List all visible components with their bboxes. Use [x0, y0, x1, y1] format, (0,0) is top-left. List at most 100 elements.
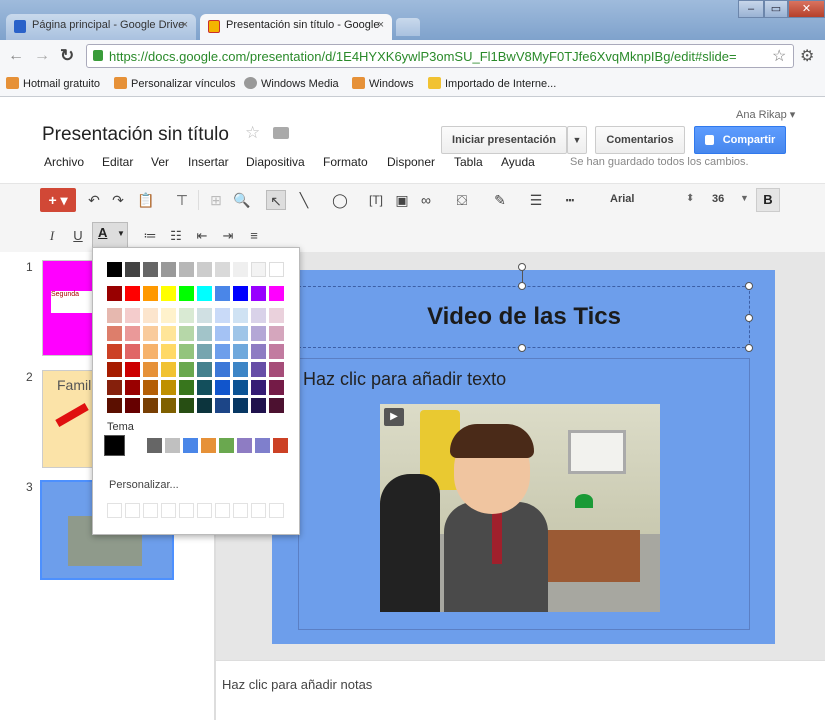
- underline-button[interactable]: U: [68, 226, 88, 246]
- notes-placeholder[interactable]: Haz clic para añadir notas: [222, 677, 372, 692]
- paste-icon[interactable]: 📋: [136, 190, 156, 210]
- color-swatch[interactable]: [107, 326, 122, 341]
- color-swatch[interactable]: [251, 362, 266, 377]
- textbox-tool-icon[interactable]: [T]: [366, 190, 386, 210]
- document-title[interactable]: Presentación sin título: [42, 124, 229, 146]
- theme-swatch[interactable]: [237, 438, 252, 453]
- line-tool-icon[interactable]: ╲: [294, 190, 314, 210]
- border-color-icon[interactable]: ✎: [490, 190, 510, 210]
- color-swatch[interactable]: [179, 344, 194, 359]
- color-swatch[interactable]: [233, 286, 248, 301]
- image-tool-icon[interactable]: ▣: [392, 190, 412, 210]
- tab-google-drive[interactable]: Página principal - Google Drive ×: [6, 14, 196, 40]
- custom-color-slot[interactable]: [197, 503, 212, 518]
- fill-color-icon[interactable]: ⛋: [452, 190, 472, 210]
- redo-icon[interactable]: ↷: [108, 190, 128, 210]
- color-swatch[interactable]: [251, 308, 266, 323]
- custom-color-slot[interactable]: [143, 503, 158, 518]
- menu-formato[interactable]: Formato: [323, 155, 368, 169]
- minimize-button[interactable]: ‒: [738, 0, 764, 18]
- paint-format-icon[interactable]: ⊤: [172, 190, 192, 210]
- color-swatch[interactable]: [107, 380, 122, 395]
- forward-icon[interactable]: →: [34, 47, 50, 65]
- color-swatch[interactable]: [251, 326, 266, 341]
- color-swatch[interactable]: [215, 344, 230, 359]
- tab-presentation[interactable]: Presentación sin título - Google ×: [200, 14, 392, 40]
- color-swatch[interactable]: [215, 362, 230, 377]
- slide-title[interactable]: Video de las Tics: [299, 303, 749, 331]
- menu-editar[interactable]: Editar: [102, 155, 133, 169]
- custom-color-slot[interactable]: [233, 503, 248, 518]
- color-swatch[interactable]: [215, 308, 230, 323]
- color-swatch[interactable]: [143, 308, 158, 323]
- font-size-select[interactable]: 36: [712, 193, 724, 205]
- menu-disponer[interactable]: Disponer: [387, 155, 435, 169]
- color-swatch[interactable]: [161, 380, 176, 395]
- color-swatch[interactable]: [179, 308, 194, 323]
- menu-tabla[interactable]: Tabla: [454, 155, 483, 169]
- color-swatch[interactable]: [179, 286, 194, 301]
- color-swatch[interactable]: [125, 326, 140, 341]
- border-weight-icon[interactable]: ☰: [526, 190, 546, 210]
- share-button[interactable]: Compartir: [694, 126, 786, 154]
- color-swatch[interactable]: [143, 398, 158, 413]
- color-swatch[interactable]: [233, 398, 248, 413]
- color-swatch[interactable]: [161, 262, 176, 277]
- color-swatch[interactable]: [215, 262, 230, 277]
- theme-swatch-selected[interactable]: [104, 435, 125, 456]
- color-swatch[interactable]: [251, 286, 266, 301]
- color-swatch[interactable]: [179, 398, 194, 413]
- color-swatch[interactable]: [233, 308, 248, 323]
- color-swatch[interactable]: [233, 344, 248, 359]
- reload-icon[interactable]: ↻: [60, 46, 74, 66]
- color-swatch[interactable]: [215, 380, 230, 395]
- color-swatch[interactable]: [107, 398, 122, 413]
- color-swatch[interactable]: [125, 362, 140, 377]
- color-swatch[interactable]: [107, 344, 122, 359]
- color-swatch[interactable]: [161, 286, 176, 301]
- color-swatch[interactable]: [197, 308, 212, 323]
- color-swatch[interactable]: [251, 380, 266, 395]
- present-dropdown-icon[interactable]: ▼: [567, 126, 587, 154]
- color-swatch[interactable]: [125, 344, 140, 359]
- color-swatch[interactable]: [107, 286, 122, 301]
- bulleted-list-icon[interactable]: ☷: [166, 226, 186, 246]
- rotate-handle[interactable]: [518, 263, 526, 271]
- italic-button[interactable]: I: [42, 226, 62, 246]
- decrease-indent-icon[interactable]: ⇤: [192, 226, 212, 246]
- resize-handle[interactable]: [745, 282, 753, 290]
- font-name-select[interactable]: Arial: [610, 193, 634, 205]
- color-swatch[interactable]: [215, 286, 230, 301]
- back-icon[interactable]: ←: [8, 47, 24, 65]
- video-embed[interactable]: ▶: [380, 404, 660, 612]
- new-tab-button[interactable]: [396, 18, 420, 36]
- bookmark-personalizar[interactable]: Personalizar vínculos: [114, 77, 236, 90]
- bookmark-folder[interactable]: Importado de Interne...: [428, 77, 556, 90]
- menu-diapositiva[interactable]: Diapositiva: [246, 155, 305, 169]
- color-swatch[interactable]: [179, 262, 194, 277]
- color-swatch[interactable]: [197, 380, 212, 395]
- custom-color-slot[interactable]: [179, 503, 194, 518]
- color-swatch[interactable]: [125, 262, 140, 277]
- color-swatch[interactable]: [125, 380, 140, 395]
- color-swatch[interactable]: [197, 326, 212, 341]
- menu-ayuda[interactable]: Ayuda: [501, 155, 535, 169]
- text-color-button[interactable]: A ▼: [92, 222, 128, 248]
- menu-ver[interactable]: Ver: [151, 155, 169, 169]
- address-bar[interactable]: https://docs.google.com/presentation/d/1…: [86, 44, 794, 68]
- font-select-arrows-icon[interactable]: ⬍: [686, 193, 694, 204]
- close-window-button[interactable]: ✕: [788, 0, 825, 18]
- color-swatch[interactable]: [125, 398, 140, 413]
- color-swatch[interactable]: [143, 362, 158, 377]
- color-swatch[interactable]: [179, 362, 194, 377]
- color-swatch[interactable]: [269, 262, 284, 277]
- color-swatch[interactable]: [233, 362, 248, 377]
- close-tab-icon[interactable]: ×: [378, 19, 384, 31]
- color-swatch[interactable]: [269, 286, 284, 301]
- present-button[interactable]: Iniciar presentación: [441, 126, 567, 154]
- align-icon[interactable]: ≡: [244, 226, 264, 246]
- fit-icon[interactable]: ⊞: [206, 190, 226, 210]
- color-swatch[interactable]: [233, 262, 248, 277]
- color-swatch[interactable]: [161, 344, 176, 359]
- color-swatch[interactable]: [143, 344, 158, 359]
